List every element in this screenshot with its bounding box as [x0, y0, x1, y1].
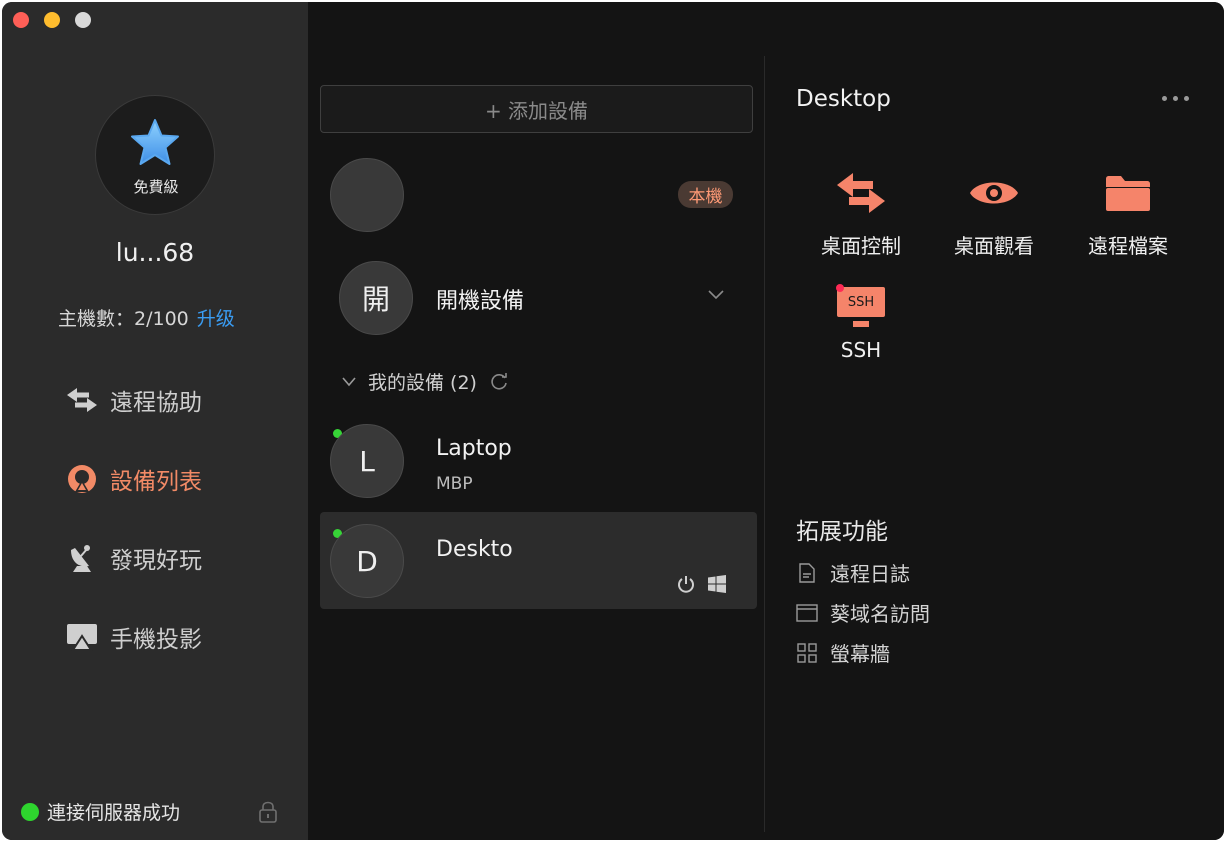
local-device-badge: 本機: [678, 181, 733, 208]
nav-item-label: 手機投影: [110, 627, 202, 653]
chevron-down-icon[interactable]: [708, 290, 724, 300]
refresh-icon[interactable]: [489, 372, 509, 392]
power-icon[interactable]: [676, 574, 696, 594]
grid-icon: [796, 642, 818, 664]
star-icon: [131, 119, 179, 165]
folder-icon: [1068, 168, 1188, 218]
windows-os-icon: [708, 575, 726, 593]
connection-status-text: 連接伺服器成功: [47, 802, 181, 824]
satellite-dish-icon: [64, 540, 100, 576]
close-window-button[interactable]: [13, 12, 29, 28]
extensions-title: 拓展功能: [796, 519, 888, 545]
minimize-window-button[interactable]: [44, 12, 60, 28]
boot-device-avatar: 開: [339, 261, 413, 335]
device-name: Laptop: [436, 436, 512, 461]
action-label: SSH: [840, 338, 882, 362]
host-count-label: 主機數：2/100: [58, 308, 189, 330]
add-device-button[interactable]: + 添加設備: [320, 85, 753, 133]
zoom-window-button[interactable]: [75, 12, 91, 28]
my-devices-section-title: 我的設備 (2): [368, 372, 477, 394]
action-desktop-view[interactable]: 桌面觀看: [934, 168, 1054, 259]
ssh-icon-text: SSH: [847, 295, 875, 310]
extension-label: 遠程日誌: [830, 562, 910, 586]
action-label: 遠程檔案: [1088, 234, 1168, 258]
nav-item-label: 遠程協助: [110, 390, 202, 416]
extension-screen-wall[interactable]: 螢幕牆: [796, 638, 890, 667]
ssh-terminal-icon: SSH: [801, 282, 921, 332]
my-devices-section-header[interactable]: 我的設備 (2): [342, 368, 509, 395]
document-icon: [796, 562, 818, 584]
nav-item-device-list[interactable]: 設備列表: [64, 459, 202, 499]
extension-domain-access[interactable]: 葵域名訪問: [796, 598, 930, 627]
airplay-icon: [64, 619, 100, 655]
device-avatar: D: [330, 524, 404, 598]
nav-item-label: 發現好玩: [110, 548, 202, 574]
extension-label: 葵域名訪問: [830, 602, 930, 626]
upgrade-link[interactable]: 升级: [197, 308, 235, 330]
device-list-icon: [64, 461, 100, 497]
membership-tier-label: 免費級: [133, 178, 179, 196]
chevron-down-icon: [342, 376, 356, 386]
arrows-swap-icon: [64, 382, 100, 418]
device-subtitle: MBP: [436, 474, 473, 494]
extension-label: 螢幕牆: [830, 642, 890, 666]
app-window: 免費級 lu...68 主機數：2/100 升级 遠程協助 設備列表 發現好玩 …: [2, 2, 1224, 840]
host-count: 主機數：2/100 升级: [58, 304, 235, 331]
status-dot-icon: [21, 802, 39, 821]
eye-icon: [934, 168, 1054, 218]
nav-item-discover[interactable]: 發現好玩: [64, 538, 202, 578]
local-device-avatar: [330, 158, 404, 232]
action-remote-files[interactable]: 遠程檔案: [1068, 168, 1188, 259]
device-avatar: L: [330, 424, 404, 498]
device-detail-panel: Desktop 桌面控制 桌面觀看 遠程檔案 SSH SSH 拓展功能 遠程日誌…: [765, 2, 1224, 840]
more-options-icon[interactable]: [1162, 96, 1189, 101]
device-name: Deskto: [436, 537, 513, 562]
nav-item-remote-assist[interactable]: 遠程協助: [64, 380, 202, 420]
connection-status: 連接伺服器成功: [21, 798, 180, 825]
selected-device-name: Desktop: [796, 86, 891, 112]
user-avatar[interactable]: 免費級: [95, 95, 215, 215]
extension-remote-logs[interactable]: 遠程日誌: [796, 558, 910, 587]
device-list-panel: + 添加設備 本機 開 開機設備 我的設備 (2) L Laptop MBP D…: [308, 2, 764, 840]
lock-icon[interactable]: [258, 801, 278, 823]
boot-device-title: 開機設備: [436, 289, 525, 314]
nav-item-phone-cast[interactable]: 手機投影: [64, 617, 202, 657]
browser-window-icon: [796, 602, 818, 624]
sidebar: 免費級 lu...68 主機數：2/100 升级 遠程協助 設備列表 發現好玩 …: [2, 2, 308, 840]
action-desktop-control[interactable]: 桌面控制: [801, 168, 921, 259]
username: lu...68: [115, 238, 195, 267]
nav-item-label: 設備列表: [110, 469, 202, 495]
action-ssh[interactable]: SSH SSH: [801, 282, 921, 362]
action-label: 桌面觀看: [954, 234, 1034, 258]
remote-control-icon: [801, 168, 921, 218]
action-label: 桌面控制: [821, 234, 901, 258]
